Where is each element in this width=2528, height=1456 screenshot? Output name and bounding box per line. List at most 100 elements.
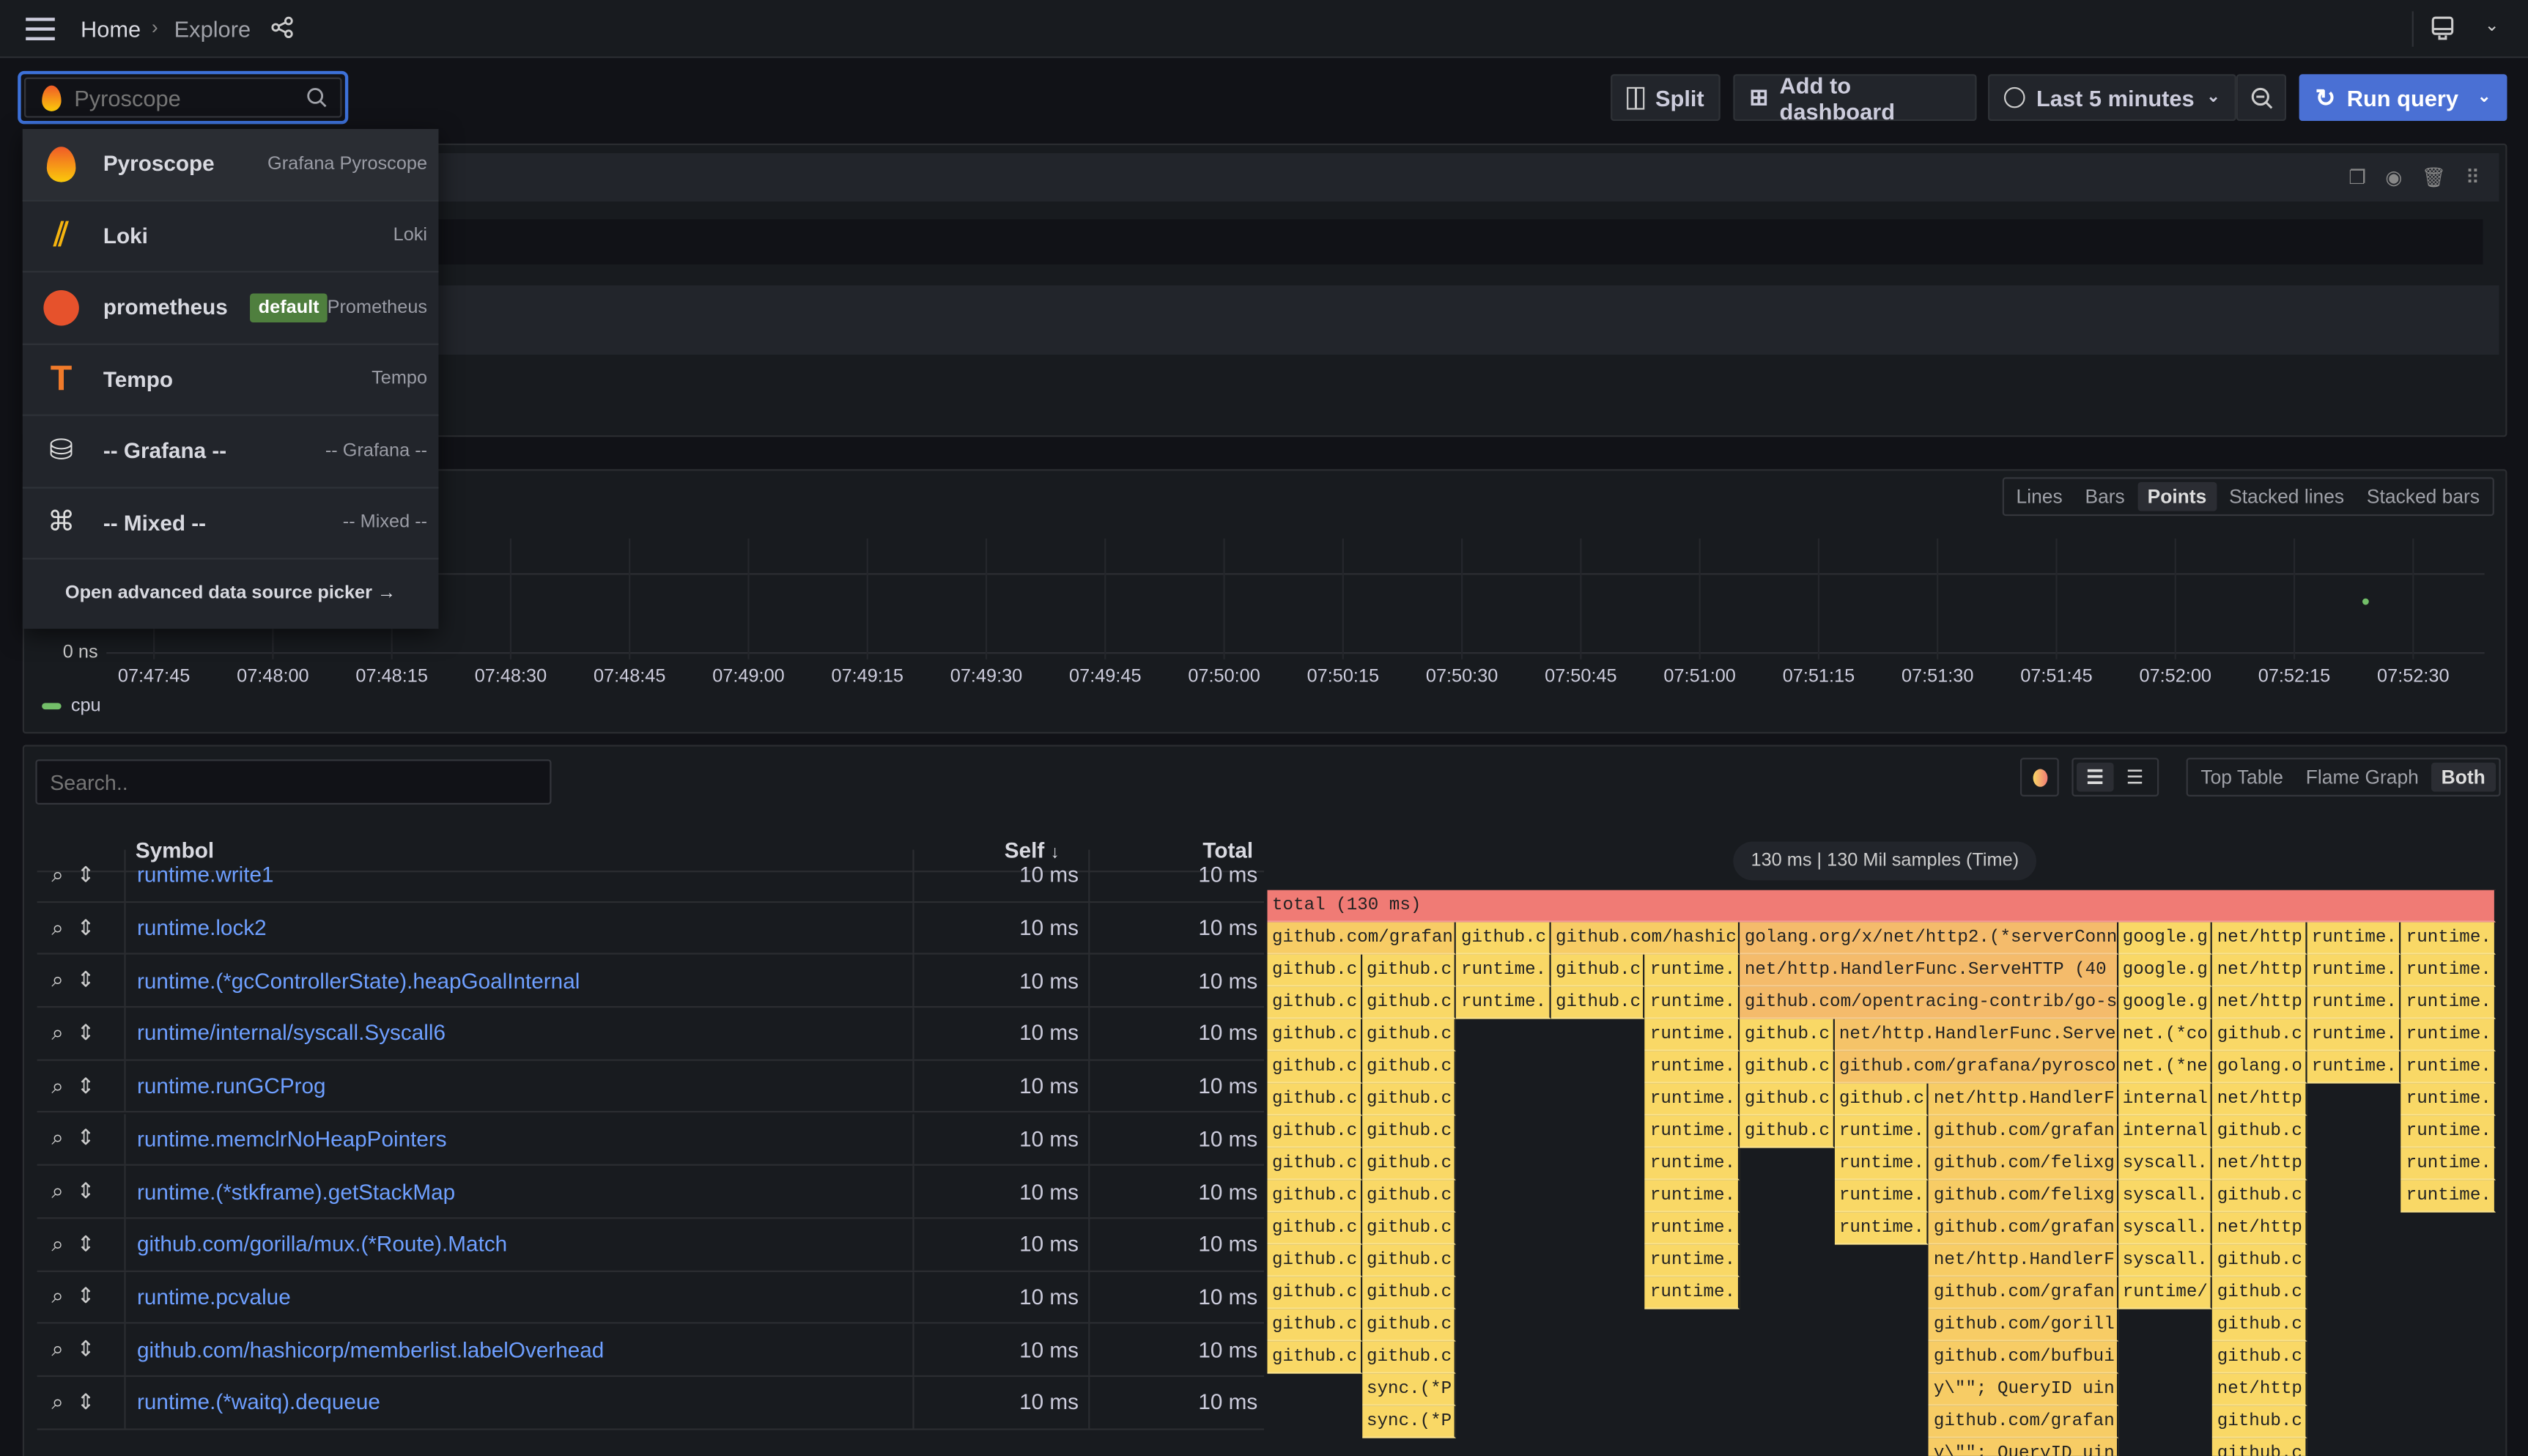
flame-frame[interactable]: runtime.: [1645, 1212, 1740, 1245]
flame-frame[interactable]: net/http: [2212, 1373, 2307, 1406]
run-query-button[interactable]: ↻ Run query ⌄: [2299, 74, 2507, 122]
symbol-link[interactable]: runtime.runGCProg: [124, 1060, 914, 1112]
menu-icon[interactable]: [26, 18, 55, 41]
table-row[interactable]: ⌕ ⇕ runtime/internal/syscall.Syscall6 10 ms…: [37, 1008, 1265, 1061]
flame-frame[interactable]: net.(*co: [2118, 1019, 2213, 1052]
sandwich-view-icon[interactable]: ⇕: [77, 968, 95, 994]
view-flame-graph[interactable]: Flame Graph: [2296, 763, 2428, 792]
flame-frame[interactable]: github.com/felixg: [1929, 1148, 2118, 1180]
flame-frame[interactable]: github.c: [1361, 1180, 1457, 1213]
duplicate-query-icon[interactable]: ❐: [2348, 166, 2366, 189]
flame-frame[interactable]: net/http: [2212, 922, 2307, 955]
sandwich-view-icon[interactable]: ⇕: [77, 1337, 95, 1362]
flame-frame[interactable]: github.c: [1361, 954, 1457, 987]
flame-frame[interactable]: syscall.: [2118, 1244, 2213, 1277]
table-row[interactable]: ⌕ ⇕ runtime.runGCProg 10 ms 10 ms: [37, 1060, 1265, 1114]
table-row[interactable]: ⌕ ⇕ github.com/hashicorp/memberlist.labelO…: [37, 1324, 1265, 1378]
flame-frame[interactable]: google.g: [2118, 954, 2213, 987]
flame-frame[interactable]: net/http: [2212, 986, 2307, 1019]
table-row[interactable]: ⌕ ⇕ github.com/gorilla/mux.(*Route).Match 1…: [37, 1219, 1265, 1272]
flame-graph[interactable]: total (130 ms) github.com/grafan github.c g…: [1267, 890, 2496, 1456]
symbol-link[interactable]: runtime/internal/syscall.Syscall6: [124, 1008, 914, 1060]
flame-frame[interactable]: github.c: [1361, 1115, 1457, 1148]
flame-frame[interactable]: github.c: [2212, 1438, 2307, 1456]
flame-frame[interactable]: runtime.: [1645, 1051, 1740, 1084]
flame-frame[interactable]: sync.(*P: [1361, 1373, 1457, 1406]
flame-frame[interactable]: github.c: [1267, 986, 1362, 1019]
flame-frame[interactable]: sync.(*P: [1361, 1405, 1457, 1438]
table-row[interactable]: ⌕ ⇕ runtime.memclrNoHeapPointers 10 ms 10 ms: [37, 1113, 1265, 1167]
flame-frame[interactable]: runtime.: [2401, 1051, 2496, 1084]
flame-frame[interactable]: github.c: [2212, 1405, 2307, 1438]
chevron-down-icon[interactable]: ⌄: [2485, 15, 2499, 35]
kiosk-mode-icon[interactable]: [2431, 16, 2454, 42]
flame-frame[interactable]: runtime.: [2401, 954, 2496, 987]
flame-frame[interactable]: runtime.: [1456, 986, 1551, 1019]
sandwich-view-icon[interactable]: ⇕: [77, 915, 95, 941]
flame-frame[interactable]: runtime.: [1456, 954, 1551, 987]
search-symbol-icon[interactable]: ⌕: [51, 1178, 64, 1204]
data-point[interactable]: [2362, 598, 2369, 605]
delete-query-icon[interactable]: 🗑: [2422, 166, 2447, 189]
search-symbol-icon[interactable]: ⌕: [51, 1284, 64, 1309]
flame-frame[interactable]: runtime/: [2118, 1276, 2213, 1309]
flame-frame[interactable]: github.c: [2212, 1019, 2307, 1052]
flame-frame[interactable]: github.com/grafan: [1929, 1405, 2118, 1438]
flame-frame[interactable]: github.com/felixg: [1929, 1180, 2118, 1213]
table-row[interactable]: ⌕ ⇕ runtime.lock2 10 ms 10 ms: [37, 902, 1265, 956]
flame-frame[interactable]: github.c: [1740, 1115, 1835, 1148]
flame-frame[interactable]: runtime.: [2401, 1148, 2496, 1180]
flame-frame[interactable]: runtime.: [1645, 1276, 1740, 1309]
flame-frame[interactable]: github.c: [1267, 1115, 1362, 1148]
search-symbol-icon[interactable]: ⌕: [51, 1389, 64, 1415]
flame-frame[interactable]: runtime.: [1645, 1244, 1740, 1277]
align-left-icon[interactable]: ☰: [2076, 762, 2114, 792]
flame-frame[interactable]: github.c: [1361, 1276, 1457, 1309]
flame-frame[interactable]: net/http: [2212, 1083, 2307, 1116]
search-symbol-icon[interactable]: ⌕: [51, 1231, 64, 1257]
view-top-table[interactable]: Top Table: [2191, 763, 2293, 792]
color-scheme-button[interactable]: [2019, 758, 2059, 797]
flame-frame[interactable]: net/http.HandlerF: [1929, 1244, 2118, 1277]
table-row[interactable]: ⌕ ⇕ runtime.(*stkframe).getStackMap 10 ms 10…: [37, 1166, 1265, 1219]
flame-frame[interactable]: internal: [2118, 1115, 2213, 1148]
flame-frame[interactable]: github.c: [1267, 1180, 1362, 1213]
flame-frame[interactable]: github.c: [1361, 1309, 1457, 1342]
sandwich-view-icon[interactable]: ⇕: [77, 1389, 95, 1415]
datasource-search-input[interactable]: [74, 84, 300, 111]
flame-frame[interactable]: github.c: [1267, 1019, 1362, 1052]
flame-frame[interactable]: github.com/bufbui: [1929, 1341, 2118, 1374]
flame-frame[interactable]: github.c: [1267, 1083, 1362, 1116]
flame-frame[interactable]: github.c: [1361, 1341, 1457, 1374]
flame-frame[interactable]: github.com/gorill: [1929, 1309, 2118, 1342]
datasource-option[interactable]: prometheus default Prometheus: [22, 273, 439, 344]
flame-frame[interactable]: github.c: [1267, 1276, 1362, 1309]
flame-search-input[interactable]: [35, 759, 552, 805]
flame-frame[interactable]: runtime.: [2307, 1051, 2402, 1084]
symbol-link[interactable]: runtime.lock2: [124, 902, 914, 954]
sandwich-view-icon[interactable]: ⇕: [77, 862, 95, 888]
flame-frame[interactable]: net/http: [2212, 1212, 2307, 1245]
table-row[interactable]: ⌕ ⇕ runtime.(*waitq).dequeue 10 ms 10 ms: [37, 1377, 1265, 1430]
flame-frame[interactable]: runtime.: [2307, 1019, 2402, 1052]
flame-frame[interactable]: github.c: [1551, 954, 1646, 987]
flame-frame[interactable]: github.com/hashic: [1551, 922, 1740, 955]
flame-frame[interactable]: runtime.: [1645, 1115, 1740, 1148]
flame-frame[interactable]: github.c: [2212, 1341, 2307, 1374]
flame-frame[interactable]: runtime.: [1645, 986, 1740, 1019]
breadcrumb-home[interactable]: Home: [81, 16, 141, 42]
table-row[interactable]: ⌕ ⇕ runtime.write1 10 ms 10 ms: [37, 849, 1265, 903]
flame-frame[interactable]: runtime.: [2401, 986, 2496, 1019]
flame-frame[interactable]: net/http: [2212, 1148, 2307, 1180]
flame-frame[interactable]: runtime.: [1645, 1083, 1740, 1116]
align-right-icon[interactable]: ☰: [2116, 763, 2153, 792]
search-symbol-icon[interactable]: ⌕: [51, 862, 64, 888]
flame-frame[interactable]: runtime.: [1645, 1148, 1740, 1180]
flame-frame[interactable]: github.c: [1267, 1148, 1362, 1180]
flame-frame[interactable]: github.c: [2212, 1180, 2307, 1213]
sandwich-view-icon[interactable]: ⇕: [77, 1021, 95, 1046]
flame-frame[interactable]: github.c: [1267, 1244, 1362, 1277]
add-to-dashboard-button[interactable]: ⊞ Add to dashboard: [1733, 72, 1977, 123]
symbol-link[interactable]: runtime.pcvalue: [124, 1271, 914, 1323]
flame-frame[interactable]: github.c: [1361, 1148, 1457, 1180]
